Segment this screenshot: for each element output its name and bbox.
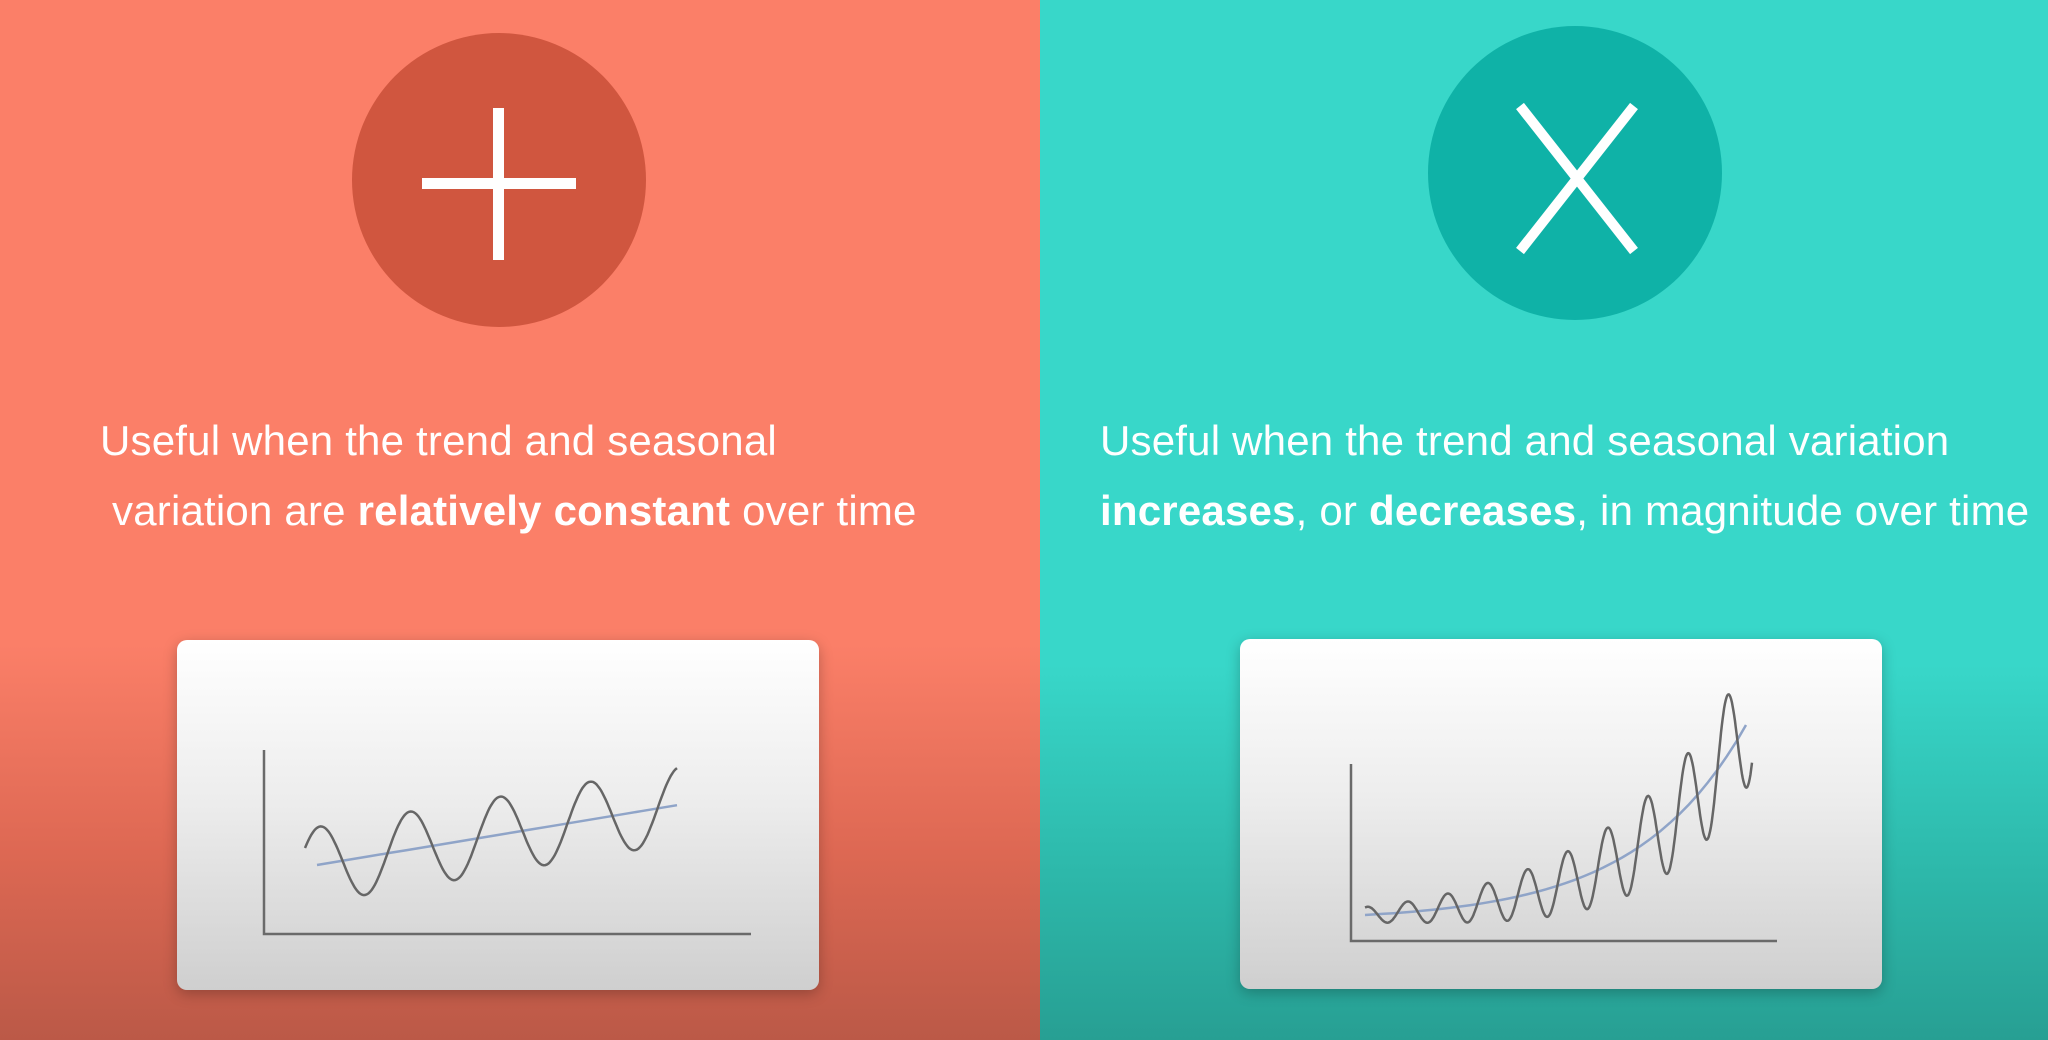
- additive-text-post: over time: [730, 487, 917, 534]
- plus-icon: [422, 108, 576, 260]
- additive-text-pre: variation are: [112, 487, 358, 534]
- multiplicative-seasonal-series: [1364, 693, 1754, 924]
- additive-bold-phrase: relatively constant: [357, 487, 731, 534]
- additive-description: Useful when the trend and seasonal varia…: [100, 406, 917, 546]
- multiply-icon: [1516, 102, 1638, 255]
- multiplicative-chart: [1349, 693, 1777, 943]
- multiplicative-text-end: , in magnitude over time: [1576, 487, 2030, 534]
- multiplicative-description-line2: increases, or decreases, in magnitude ov…: [1100, 476, 2029, 546]
- multiplicative-description: Useful when the trend and seasonal varia…: [1100, 406, 2029, 546]
- additive-description-line2: variation are relatively constant over t…: [100, 476, 917, 546]
- plus-symbol-circle: [352, 33, 646, 327]
- additive-axes: [262, 750, 751, 936]
- additive-trend-line: [316, 803, 678, 867]
- additive-seasonal-series: [303, 767, 678, 897]
- additive-chart: [262, 750, 751, 936]
- additive-description-line1: Useful when the trend and seasonal: [100, 417, 777, 464]
- multiplicative-axes: [1349, 764, 1777, 943]
- additive-chart-card: [177, 640, 819, 990]
- multiplicative-description-line1: Useful when the trend and seasonal varia…: [1100, 417, 1950, 464]
- multiplicative-bold-decreases: decreases: [1368, 487, 1577, 534]
- multiplicative-text-mid: , or: [1295, 487, 1369, 534]
- multiplicative-chart-card: [1240, 639, 1882, 989]
- additive-panel: Useful when the trend and seasonal varia…: [0, 0, 1040, 1040]
- multiplicative-bold-increases: increases: [1100, 487, 1296, 534]
- x-symbol-circle: [1428, 26, 1722, 320]
- multiplicative-panel: Useful when the trend and seasonal varia…: [1040, 0, 2048, 1040]
